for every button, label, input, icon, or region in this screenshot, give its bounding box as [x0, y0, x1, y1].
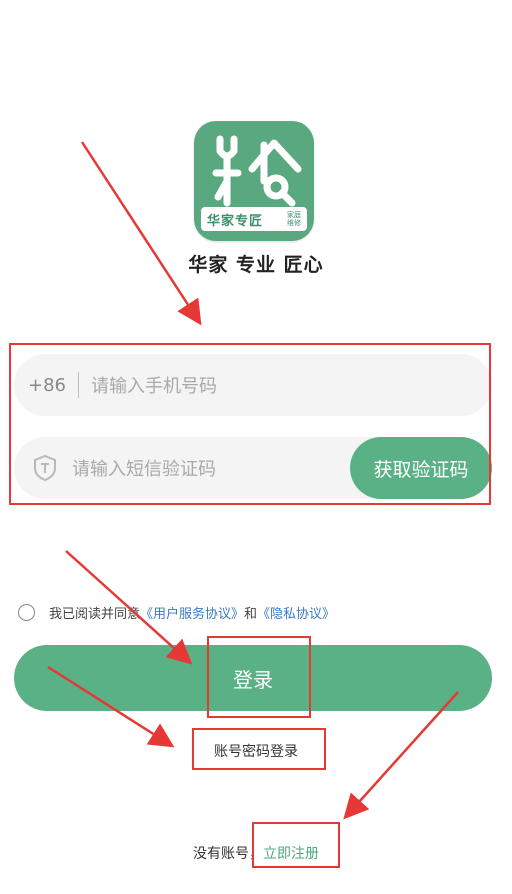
app-logo: 华家专匠 家庭维修 [194, 121, 314, 241]
agreement-and: 和 [244, 607, 258, 622]
privacy-policy-link[interactable]: 《隐私协议》 [257, 603, 335, 622]
user-agreement-link[interactable]: 《用户服务协议》 [140, 603, 244, 622]
logo-banner: 华家专匠 家庭维修 [201, 207, 307, 231]
annotation-box-password-login [192, 728, 326, 770]
logo-brand-text: 华家专匠 [207, 213, 264, 229]
agreement-radio[interactable] [18, 604, 35, 621]
logo-sub-text: 家庭维修 [287, 211, 301, 227]
annotation-box-signup [252, 822, 340, 868]
annotation-box-login [207, 636, 311, 718]
slogan: 华家 专业 匠心 [188, 254, 324, 276]
annotation-arrow [80, 141, 202, 326]
agreement-row: 我已阅读并同意 《用户服务协议》 和 《隐私协议》 [18, 603, 335, 622]
agreement-text: 我已阅读并同意 [49, 607, 141, 622]
annotation-box-inputs [9, 343, 491, 505]
